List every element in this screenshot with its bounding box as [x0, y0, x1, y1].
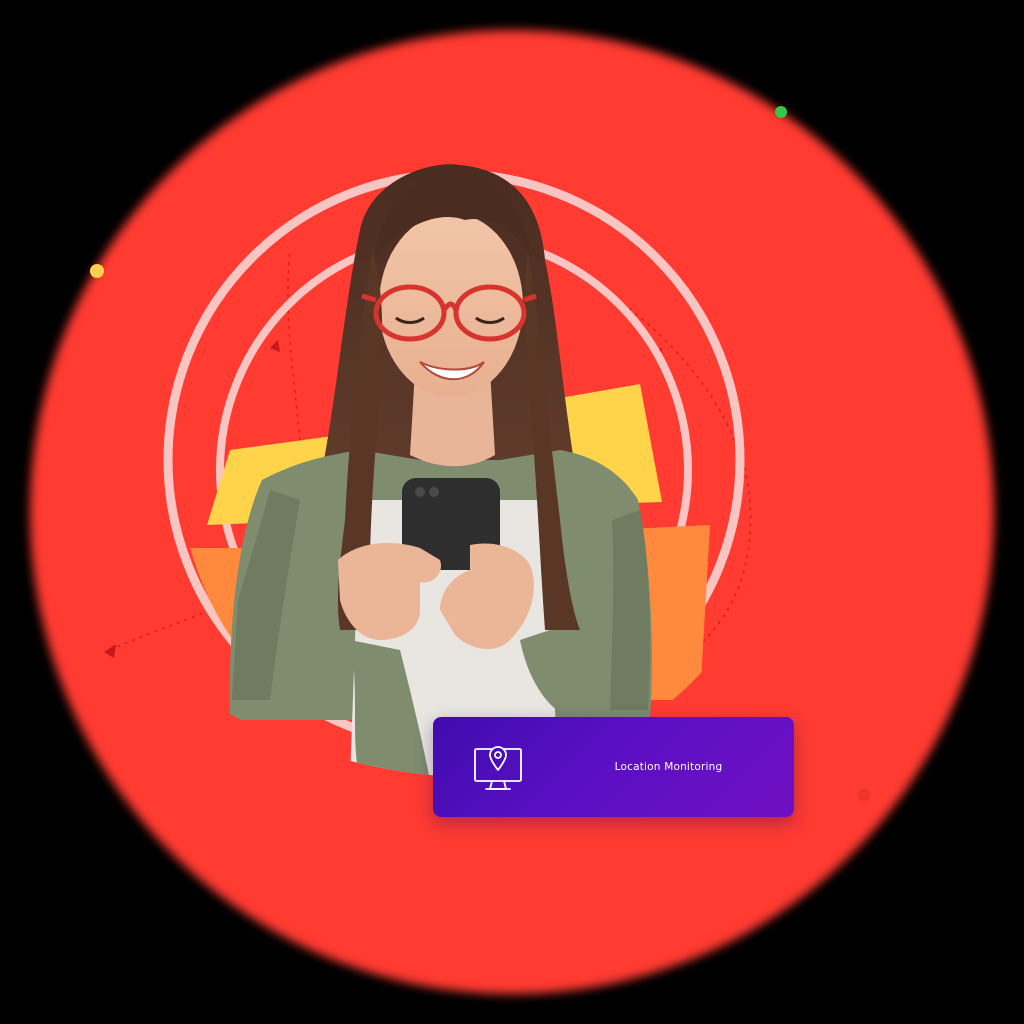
hero-illustration [30, 30, 994, 994]
feature-label: Location Monitoring [614, 761, 723, 773]
location-monitoring-card[interactable]: Location Monitoring [433, 717, 794, 817]
yellow-dot [90, 264, 104, 278]
location-monitor-icon [474, 746, 522, 790]
hero-stage: Location Monitoring [0, 0, 1024, 1024]
green-dot [775, 106, 787, 118]
